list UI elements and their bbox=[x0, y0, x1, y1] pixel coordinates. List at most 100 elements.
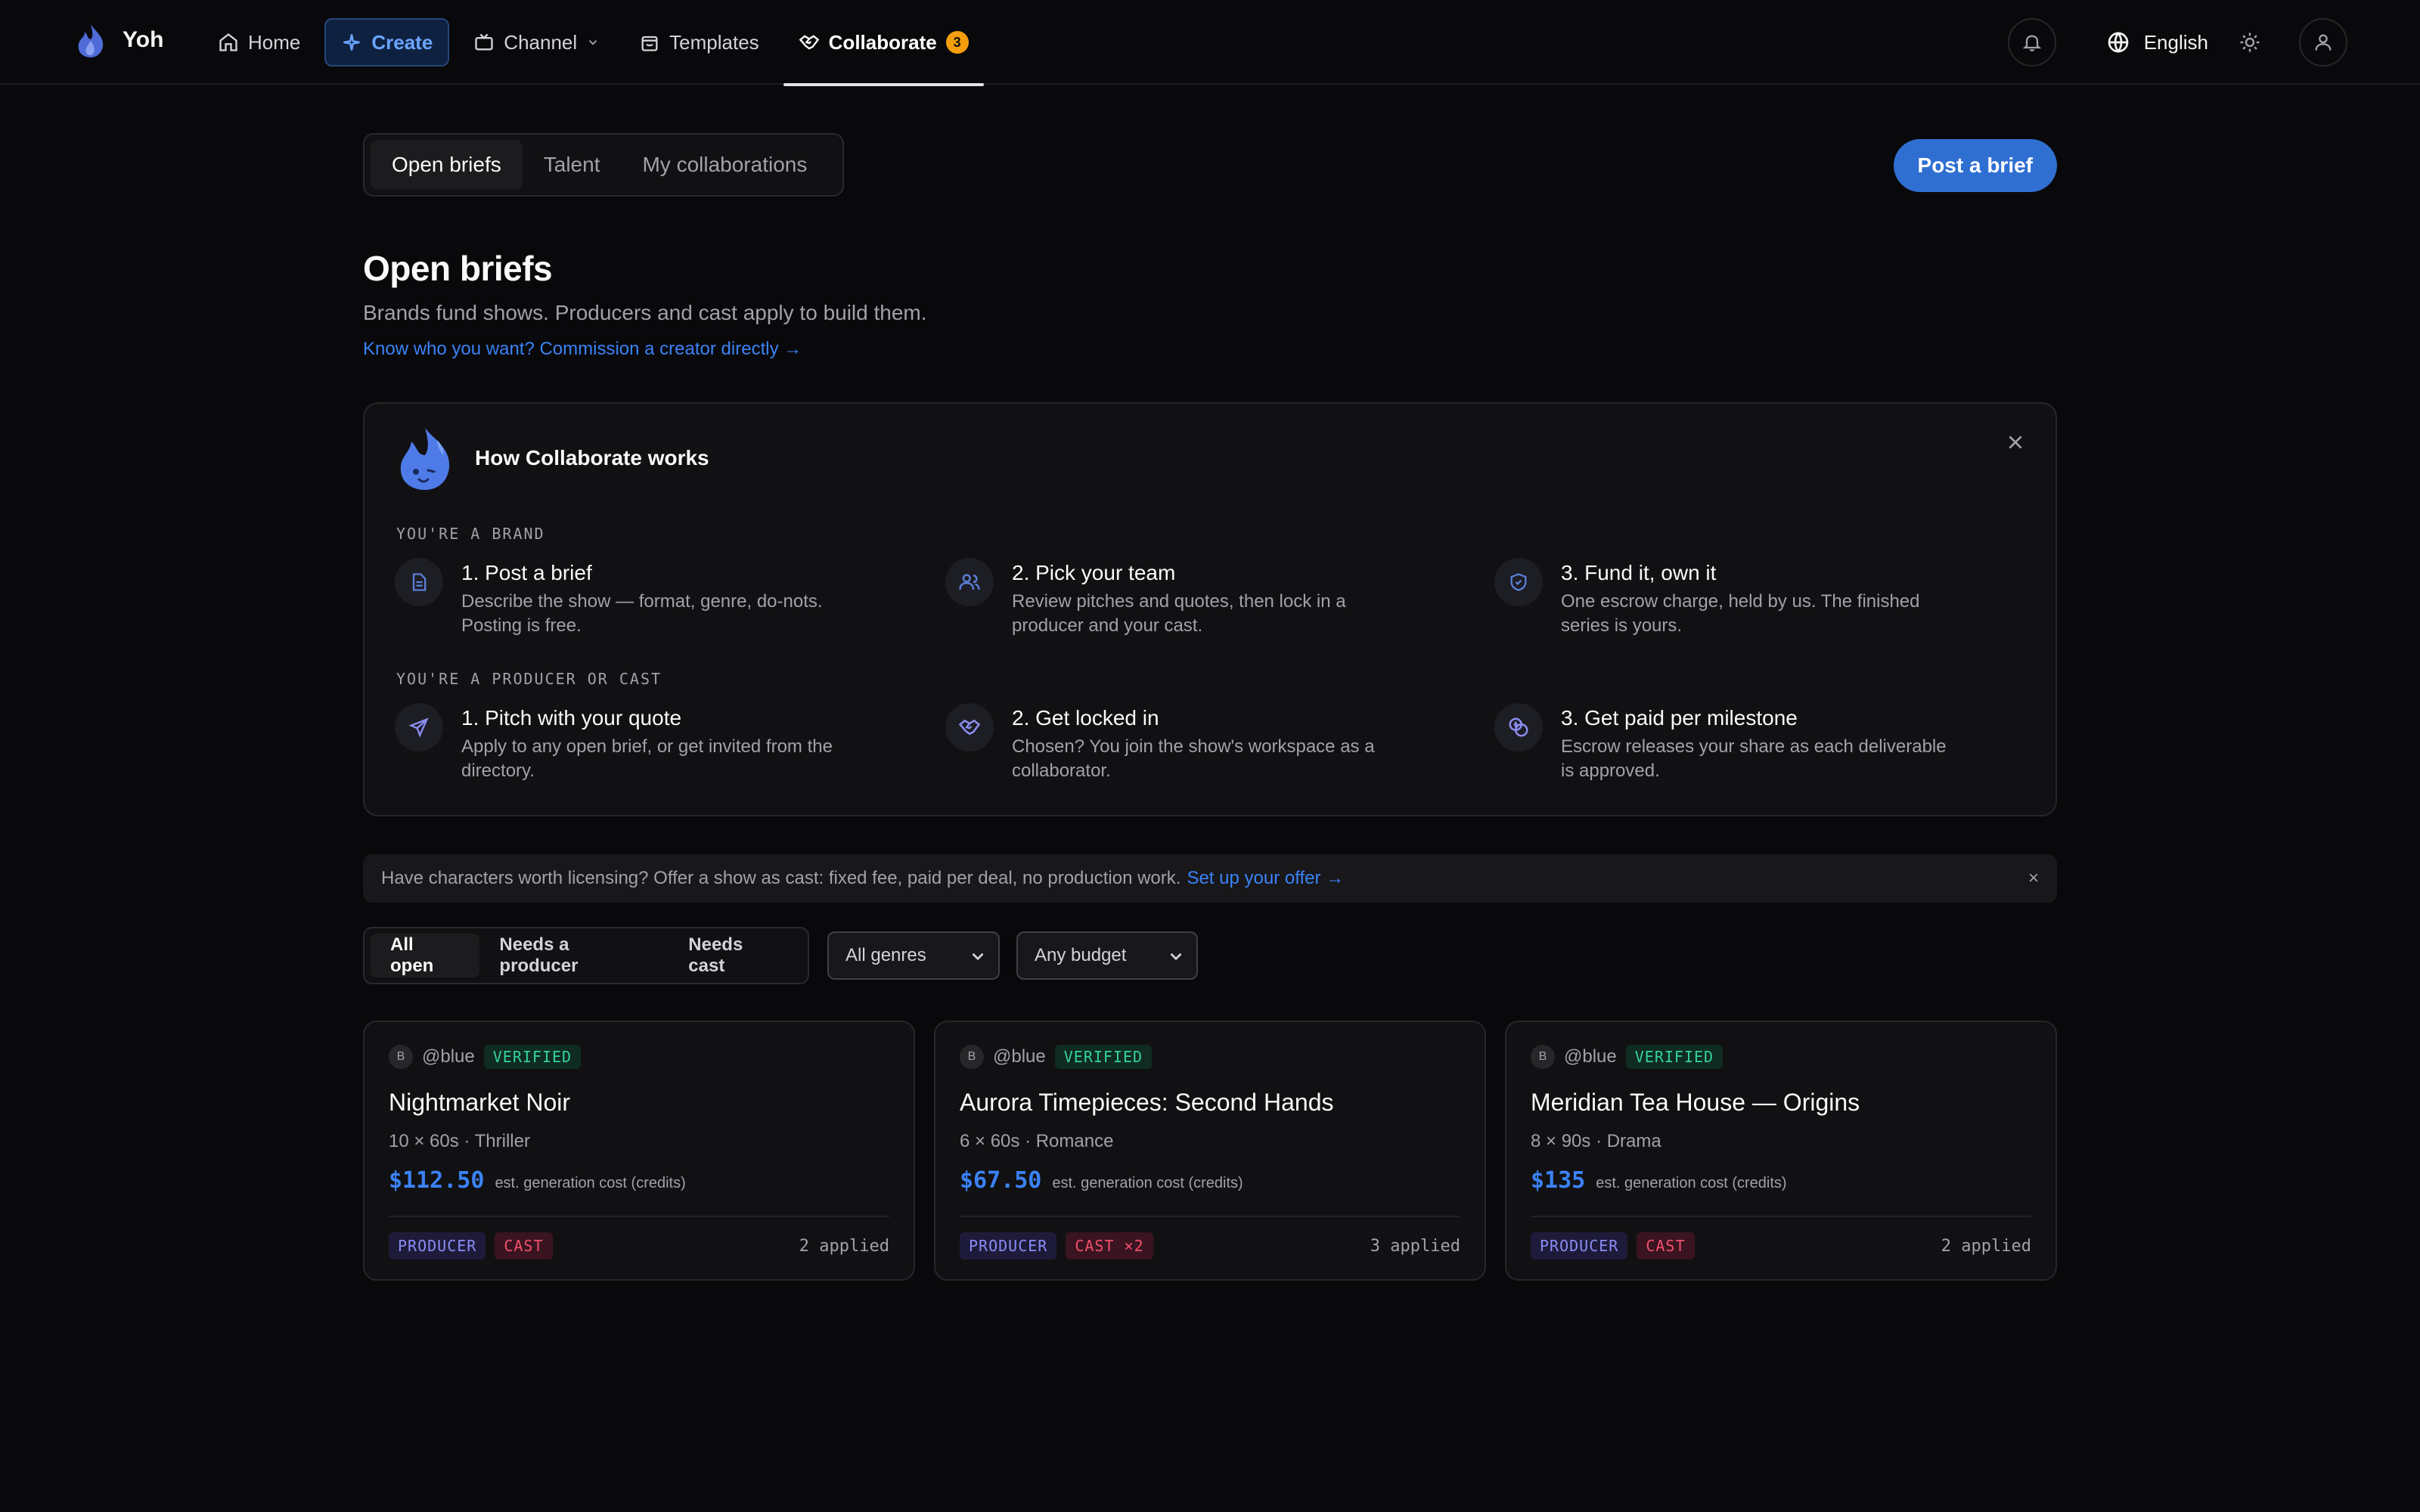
users-icon bbox=[945, 558, 994, 606]
applied-count: 2 applied bbox=[799, 1237, 889, 1256]
top-navigation-bar: Yoh Home Create Channel Templates Collab… bbox=[0, 0, 2420, 86]
nav-collaborate-label: Collaborate bbox=[828, 30, 937, 54]
main-nav: Home Create Channel Templates Collaborat… bbox=[203, 18, 993, 86]
dismiss-banner-button[interactable]: × bbox=[2028, 868, 2039, 889]
step-title: 2. Get locked in bbox=[1012, 706, 1159, 730]
producer-step-2: 2. Get locked in Chosen? You join the sh… bbox=[945, 703, 1414, 783]
step-description: Review pitches and quotes, then lock in … bbox=[1012, 591, 1346, 636]
role-tags: PRODUCER CAST ×2 bbox=[960, 1232, 1162, 1259]
sparkle-icon bbox=[343, 34, 361, 51]
brief-title: Meridian Tea House — Origins bbox=[1531, 1089, 1860, 1116]
document-icon bbox=[395, 558, 443, 606]
close-how-it-works-button[interactable] bbox=[2006, 432, 2025, 456]
collaborate-tabs: Open briefs Talent My collaborations bbox=[363, 133, 844, 197]
brand-logo-link[interactable]: Yoh bbox=[76, 23, 163, 57]
home-icon bbox=[219, 33, 237, 51]
step-title: 1. Post a brief bbox=[461, 561, 592, 584]
price-note: est. generation cost (credits) bbox=[495, 1175, 686, 1191]
cast-tag: CAST ×2 bbox=[1066, 1232, 1153, 1259]
genre-select-value: All genres bbox=[845, 945, 926, 965]
producer-tag: PRODUCER bbox=[389, 1232, 486, 1259]
nav-home[interactable]: Home bbox=[203, 18, 315, 67]
divider bbox=[960, 1216, 1460, 1217]
avatar: B bbox=[960, 1045, 984, 1069]
role-tags: PRODUCER CAST bbox=[389, 1232, 562, 1259]
verified-badge: VERIFIED bbox=[1625, 1045, 1723, 1069]
brief-card[interactable]: B @blue VERIFIED Nightmarket Noir 10 × 6… bbox=[363, 1021, 915, 1281]
tab-open-briefs[interactable]: Open briefs bbox=[371, 140, 523, 190]
brief-title: Aurora Timepieces: Second Hands bbox=[960, 1089, 1334, 1116]
nav-templates[interactable]: Templates bbox=[624, 18, 774, 67]
banner-text: Have characters worth licensing? Offer a… bbox=[381, 868, 1181, 888]
brief-format: 8 × 90s · Drama bbox=[1531, 1131, 1661, 1151]
brief-price: $67.50 bbox=[960, 1167, 1042, 1194]
producer-section-label: YOU'RE A PRODUCER OR CAST bbox=[396, 670, 662, 688]
filter-all-open[interactable]: All open bbox=[371, 934, 480, 978]
globe-icon bbox=[2108, 31, 2129, 54]
step-title: 3. Get paid per milestone bbox=[1561, 706, 1798, 730]
notifications-button[interactable] bbox=[2007, 18, 2056, 67]
avatar: B bbox=[389, 1045, 413, 1069]
licensing-banner: Have characters worth licensing? Offer a… bbox=[363, 854, 2057, 903]
tab-talent[interactable]: Talent bbox=[523, 140, 622, 190]
nav-channel[interactable]: Channel bbox=[458, 18, 615, 67]
flame-logo-icon bbox=[78, 24, 104, 57]
budget-select[interactable]: Any budget bbox=[1016, 931, 1198, 980]
brief-format: 6 × 60s · Romance bbox=[960, 1131, 1114, 1151]
owner-handle: @blue bbox=[993, 1046, 1046, 1067]
post-brief-button[interactable]: Post a brief bbox=[1893, 139, 2057, 192]
coins-icon bbox=[1494, 703, 1543, 751]
divider bbox=[1531, 1216, 2031, 1217]
theme-toggle[interactable] bbox=[2238, 31, 2261, 54]
brief-owner: B @blue VERIFIED bbox=[1531, 1045, 1723, 1069]
chevron-down-icon bbox=[1170, 953, 1182, 961]
step-title: 3. Fund it, own it bbox=[1561, 561, 1717, 584]
language-label: English bbox=[2143, 30, 2208, 54]
brief-budget: $67.50 est. generation cost (credits) bbox=[960, 1167, 1243, 1194]
brand-step-1: 1. Post a brief Describe the show — form… bbox=[395, 558, 864, 638]
bell-icon bbox=[2022, 35, 2041, 51]
applied-count: 3 applied bbox=[1370, 1237, 1460, 1256]
notification-count-badge: 3 bbox=[945, 31, 969, 54]
nav-create[interactable]: Create bbox=[324, 18, 450, 67]
how-it-works-title: How Collaborate works bbox=[475, 446, 709, 469]
brief-card[interactable]: B @blue VERIFIED Aurora Timepieces: Seco… bbox=[934, 1021, 1486, 1281]
nav-collaborate[interactable]: Collaborate 3 bbox=[783, 18, 984, 86]
cast-tag: CAST bbox=[495, 1232, 553, 1259]
account-button[interactable] bbox=[2299, 18, 2347, 67]
step-description: Escrow releases your share as each deliv… bbox=[1561, 736, 1947, 781]
handshake-icon bbox=[799, 35, 819, 50]
send-icon bbox=[395, 703, 443, 751]
language-selector[interactable]: English bbox=[2106, 30, 2208, 54]
setup-offer-link[interactable]: Set up your offer → bbox=[1187, 868, 1344, 889]
verified-badge: VERIFIED bbox=[483, 1045, 582, 1069]
brief-title: Nightmarket Noir bbox=[389, 1089, 571, 1116]
nav-channel-label: Channel bbox=[504, 30, 578, 54]
filter-needs-cast[interactable]: Needs cast bbox=[669, 934, 802, 978]
page-title: Open briefs bbox=[363, 249, 553, 288]
user-icon bbox=[2315, 34, 2332, 51]
divider bbox=[389, 1216, 889, 1217]
price-note: est. generation cost (credits) bbox=[1052, 1175, 1243, 1191]
brand-section-label: YOU'RE A BRAND bbox=[396, 525, 545, 543]
handshake-icon bbox=[945, 703, 994, 751]
brief-card[interactable]: B @blue VERIFIED Meridian Tea House — Or… bbox=[1505, 1021, 2057, 1281]
brief-format: 10 × 60s · Thriller bbox=[389, 1131, 530, 1151]
genre-select[interactable]: All genres bbox=[827, 931, 1000, 980]
producer-tag: PRODUCER bbox=[960, 1232, 1057, 1259]
filter-needs-producer[interactable]: Needs a producer bbox=[479, 934, 669, 978]
nav-create-label: Create bbox=[371, 30, 433, 54]
commission-creator-link[interactable]: Know who you want? Commission a creator … bbox=[363, 339, 802, 360]
nav-home-label: Home bbox=[248, 30, 301, 54]
close-icon bbox=[2009, 435, 2022, 449]
brief-price: $135 bbox=[1531, 1167, 1586, 1194]
tab-my-collaborations[interactable]: My collaborations bbox=[621, 140, 828, 190]
verified-badge: VERIFIED bbox=[1054, 1045, 1153, 1069]
chevron-down-icon bbox=[588, 40, 597, 45]
page-subtitle: Brands fund shows. Producers and cast ap… bbox=[363, 301, 927, 324]
owner-handle: @blue bbox=[422, 1046, 475, 1067]
avatar: B bbox=[1531, 1045, 1555, 1069]
brand-step-2: 2. Pick your team Review pitches and quo… bbox=[945, 558, 1414, 638]
step-description: Describe the show — format, genre, do-no… bbox=[461, 591, 823, 636]
step-description: Apply to any open brief, or get invited … bbox=[461, 736, 833, 781]
